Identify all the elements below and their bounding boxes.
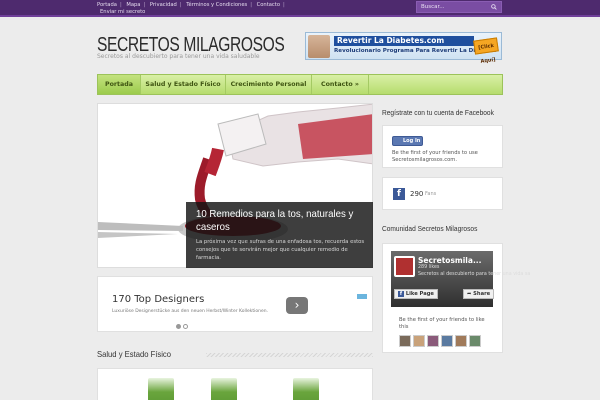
ad-title[interactable]: 170 Top Designers: [112, 294, 204, 305]
post-image-glass-1: [148, 378, 174, 400]
top-link-contacto[interactable]: Contacto: [257, 2, 280, 8]
facebook-register-heading: Regístrate con tu cuenta de Facebook: [382, 108, 494, 117]
top-link-privacidad[interactable]: Privacidad: [150, 2, 177, 8]
fans-label: Fans: [425, 191, 437, 197]
like-page-button[interactable]: f Like Page: [394, 289, 438, 299]
ad-subtitle: Luxuriöse Designerstücke aus den neuen H…: [112, 309, 269, 314]
main-nav: Portada Salud y Estado Físico Crecimient…: [97, 74, 503, 95]
facebook-login-button[interactable]: Log In: [392, 136, 423, 146]
nav-item-salud[interactable]: Salud y Estado Físico: [141, 75, 226, 94]
facebook-icon[interactable]: f: [393, 188, 405, 200]
search-icon[interactable]: [491, 4, 497, 10]
friend-avatar[interactable]: [469, 335, 481, 347]
ad-pagination: [176, 314, 190, 333]
facebook-page-cover[interactable]: Secretosmila... 289 likes Secretos al de…: [391, 251, 530, 307]
top-links: Portada | Mapa | Privacidad | Términos y Co…: [97, 2, 285, 15]
header-banner-ad[interactable]: Revertir La Diabetes.com Revolucionario …: [305, 32, 502, 65]
friends-like-text: Be the first of your friends to like thi…: [399, 317, 485, 330]
friend-avatar[interactable]: [441, 335, 453, 347]
adchoices-icon[interactable]: [357, 294, 367, 299]
facebook-login-label: Log In: [403, 138, 421, 144]
fans-count: 290: [410, 190, 424, 198]
ad-dot-2[interactable]: [183, 324, 188, 329]
post-image-glass-3: [293, 378, 319, 400]
site-link[interactable]: Secretosmilagrosos.com.: [392, 157, 457, 163]
slider-caption-title[interactable]: 10 Remedios para la tos, naturales y cas…: [196, 208, 366, 234]
banner-headline: Revertir La Diabetes.com: [334, 36, 474, 46]
nav-item-contacto[interactable]: Contacto »: [312, 75, 369, 94]
page-likes: 289 likes: [418, 265, 440, 270]
ad-next-button[interactable]: ›: [286, 297, 308, 314]
facebook-login-widget: Log In Be the first of your friends to u…: [382, 125, 503, 168]
top-link-enviar-secreto[interactable]: Enviar mi secreto: [100, 9, 145, 15]
search-input[interactable]: Buscar...: [416, 1, 502, 13]
ad-dot-1[interactable]: [176, 324, 181, 329]
friend-avatar[interactable]: [413, 335, 425, 347]
facebook-register-text: Be the first of your friends to use Secr…: [392, 150, 478, 163]
friend-avatar[interactable]: [455, 335, 467, 347]
friend-avatar[interactable]: [427, 335, 439, 347]
top-link-terminos[interactable]: Términos y Condiciones: [186, 2, 247, 8]
section-divider: [206, 353, 373, 357]
page-name[interactable]: Secretosmila...: [418, 256, 482, 265]
facebook-fans-widget: f 290 Fans: [382, 177, 503, 210]
slider-caption[interactable]: 10 Remedios para la tos, naturales y cas…: [186, 202, 373, 268]
friend-avatar[interactable]: [399, 335, 411, 347]
top-bar: Portada | Mapa | Privacidad | Términos y Co…: [0, 0, 600, 17]
facebook-like-icon: f: [398, 291, 404, 297]
share-icon: ➦: [467, 291, 472, 297]
top-link-mapa[interactable]: Mapa: [126, 2, 140, 8]
facebook-page-widget: Secretosmila... 289 likes Secretos al de…: [382, 243, 530, 353]
post-image-glass-2: [211, 378, 237, 400]
banner-subline: Revolucionario Programa Para Revertir La…: [334, 48, 497, 54]
top-link-portada[interactable]: Portada: [97, 2, 117, 8]
page-avatar[interactable]: [394, 256, 415, 277]
search-placeholder: Buscar...: [421, 4, 445, 10]
post-card[interactable]: [97, 368, 373, 400]
banner-photo: [308, 35, 330, 58]
page-description: Secretos al descubierto para tener una v…: [418, 272, 531, 277]
share-button[interactable]: ➦ Share: [463, 289, 495, 299]
community-heading: Comunidad Secretos Milagrosos: [382, 224, 478, 233]
nav-item-portada[interactable]: Portada: [98, 75, 141, 94]
nav-item-crecimiento[interactable]: Crecimiento Personal: [226, 75, 312, 94]
friends-thumbnails: [399, 332, 483, 351]
designer-ad[interactable]: 170 Top Designers Luxuriöse Designerstüc…: [97, 276, 373, 332]
site-tagline: Secretos al descubierto para tener una v…: [97, 53, 260, 60]
slider-caption-description: La próxima vez que sufras de una enfados…: [196, 239, 365, 261]
